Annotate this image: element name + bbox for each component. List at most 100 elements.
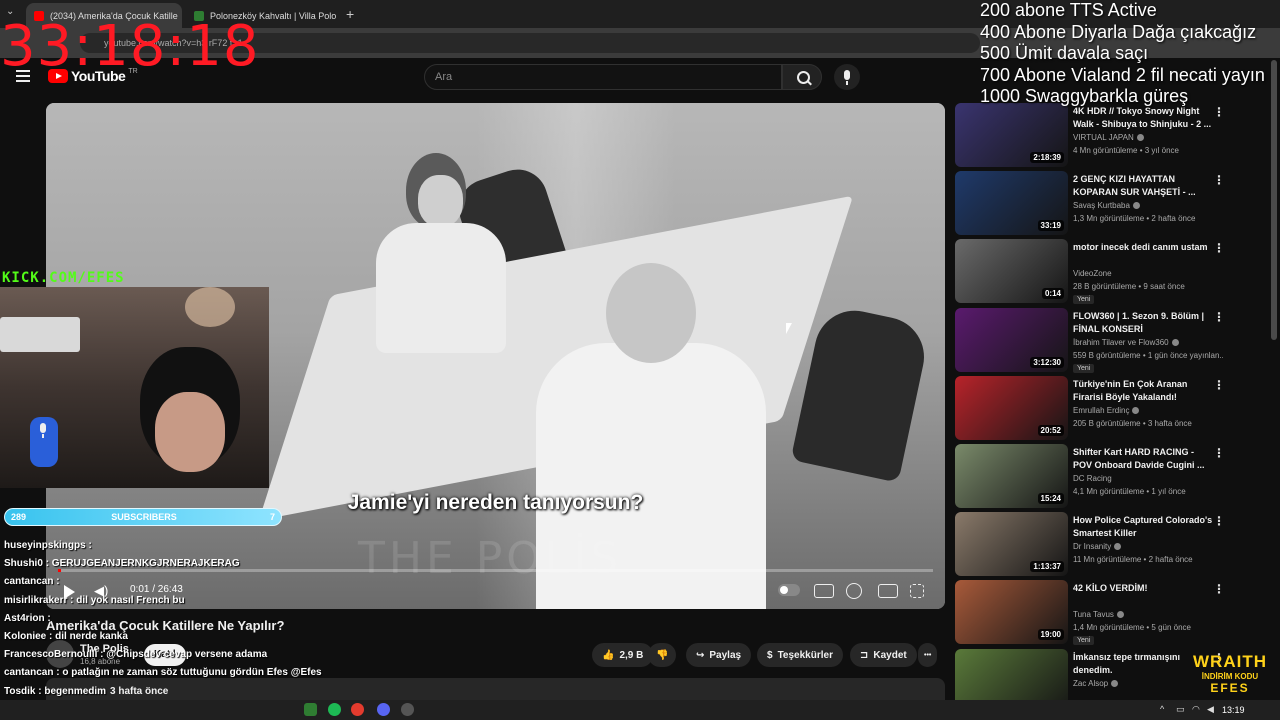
chat-overlay: huseyinpskingps : Shushi0 : GERUJGEANJERN… <box>4 540 464 720</box>
video-thumbnail[interactable]: 33:19 <box>955 171 1068 235</box>
more-button[interactable]: ••• <box>918 643 938 667</box>
voice-search-icon[interactable] <box>834 64 860 90</box>
recommendation-item[interactable]: 3:12:30 FLOW360 | 1. Sezon 9. Bölüm | FİN… <box>955 308 1255 373</box>
recommendation-item[interactable]: 0:14 motor inecek dedi canım ustam VideoZo… <box>955 239 1255 304</box>
recommendation-item[interactable]: 20:52 Türkiye'nin En Çok Aranan Firarisi … <box>955 376 1255 440</box>
chat-message: Koloniee : dil nerde kanka <box>4 631 464 649</box>
more-options-icon[interactable]: ⋮ <box>1213 173 1225 187</box>
sponsor-line: İNDİRİM KODU <box>1201 672 1259 681</box>
recommendation-item[interactable]: 15:24 Shifter Kart HARD RACING - POV Onbo… <box>955 444 1255 508</box>
channel-name: İbrahim Tilaver ve Flow360 <box>1073 338 1169 347</box>
recommendation-channel[interactable]: İbrahim Tilaver ve Flow360 <box>1073 338 1179 347</box>
webcam-air-conditioner <box>0 317 80 352</box>
more-options-icon[interactable]: ⋮ <box>1213 582 1225 596</box>
thumbs-up-icon: 👍 <box>602 649 615 661</box>
kick-channel-label: KICK.COM/EFES <box>2 270 125 286</box>
autoplay-toggle[interactable] <box>778 584 800 596</box>
chat-username: cantancan <box>4 667 54 679</box>
video-thumbnail[interactable]: 1:13:37 <box>955 512 1068 576</box>
network-icon[interactable]: ▭ <box>1176 704 1185 715</box>
tray-chevron-icon[interactable]: ^ <box>1160 704 1164 714</box>
recommendation-title[interactable]: Shifter Kart HARD RACING - POV Onboard D… <box>1073 446 1213 472</box>
channel-name: VIRTUAL JAPAN <box>1073 133 1134 142</box>
verified-icon <box>1136 134 1144 142</box>
recommendation-title[interactable]: 4K HDR // Tokyo Snowy Night Walk - Shibu… <box>1073 105 1213 131</box>
thanks-button[interactable]: $ Teşekkürler <box>757 643 843 667</box>
recommendation-channel[interactable]: VideoZone <box>1073 269 1112 278</box>
speaker-icon[interactable]: ◀ <box>1207 704 1214 715</box>
more-options-icon[interactable]: ⋮ <box>1213 514 1225 528</box>
bookmark-icon: ⊐ <box>860 649 869 661</box>
video-thumbnail[interactable]: 19:00 <box>955 580 1068 644</box>
thanks-icon: $ <box>767 649 773 661</box>
goal-item: 1000 Swaggybarkla güreş <box>980 86 1189 106</box>
dislike-button[interactable]: 👎 <box>648 643 677 667</box>
recommendation-item[interactable]: 2:18:39 4K HDR // Tokyo Snowy Night Walk … <box>955 103 1255 167</box>
video-thumbnail[interactable]: 2:18:39 <box>955 103 1068 167</box>
chrome-icon[interactable] <box>351 703 364 716</box>
recommendation-title[interactable]: FLOW360 | 1. Sezon 9. Bölüm | FİNAL KONS… <box>1073 310 1213 336</box>
like-button[interactable]: 👍 2,9 B <box>592 643 654 667</box>
chat-message: Ast4rion : <box>4 613 464 631</box>
search-button[interactable] <box>782 64 822 90</box>
recommendation-title[interactable]: 2 GENÇ KIZI HAYATTAN KOPARAN SUR VAHŞETİ… <box>1073 173 1213 199</box>
wifi-icon[interactable]: ◠ <box>1192 704 1200 715</box>
chat-username: Koloniee <box>4 630 47 642</box>
share-button[interactable]: ↪ Paylaş <box>686 643 752 667</box>
settings-gear-icon[interactable] <box>846 583 862 599</box>
channel-name: VideoZone <box>1073 269 1112 278</box>
search-input[interactable]: Ara <box>424 64 782 90</box>
recommendation-title[interactable]: motor inecek dedi canım ustam <box>1073 241 1213 254</box>
more-options-icon[interactable]: ⋮ <box>1213 310 1225 324</box>
recommendation-title[interactable]: Türkiye'nin En Çok Aranan Firarisi Böyle… <box>1073 378 1213 404</box>
goal-item: 400 Abone Diyarla Dağa çıakcağız <box>980 21 1257 42</box>
recommendation-item[interactable]: 19:00 42 KİLO VERDİM! Tuna Tavus 1,4 Mn gör… <box>955 580 1255 645</box>
sponsor-code: EFES <box>1210 681 1250 695</box>
recommendation-meta: 28 B görüntüleme • 9 saat önce <box>1073 282 1185 291</box>
video-duration: 1:13:37 <box>1030 561 1064 572</box>
chat-text: : GERUJGEANJERNKGJRNERAJKERAG <box>45 558 240 570</box>
chat-text: : <box>56 576 60 588</box>
sponsor-name: WRAITH <box>1193 652 1267 671</box>
recommendation-title[interactable]: How Police Captured Colorado's Smartest … <box>1073 514 1213 540</box>
recommendation-meta: 4 Mn görüntüleme • 3 yıl önce <box>1073 146 1179 155</box>
obs-icon[interactable] <box>401 703 414 716</box>
verified-icon <box>1132 407 1140 415</box>
recommendation-channel[interactable]: Tuna Tavus <box>1073 610 1124 619</box>
chat-text: : dil nerde kanka <box>49 630 128 642</box>
more-options-icon[interactable]: ⋮ <box>1213 446 1225 460</box>
fullscreen-icon[interactable] <box>910 584 924 598</box>
video-thumbnail[interactable]: 0:14 <box>955 239 1068 303</box>
video-thumbnail[interactable]: 3:12:30 <box>955 308 1068 372</box>
recommendation-channel[interactable]: Emrullah Erdinç <box>1073 406 1140 415</box>
mouse-cursor-icon <box>786 323 792 334</box>
app-icon[interactable] <box>304 703 317 716</box>
recommendation-channel[interactable]: Savaş Kurtbaba <box>1073 201 1140 210</box>
recommendation-channel[interactable]: Dr Insanity <box>1073 542 1122 551</box>
channel-name: Zac Alsop <box>1073 679 1109 688</box>
share-label: Paylaş <box>709 649 742 661</box>
recommendation-item[interactable]: 1:13:37 How Police Captured Colorado's Sm… <box>955 512 1255 576</box>
like-count: 2,9 B <box>619 649 644 661</box>
recommendation-title[interactable]: 42 KİLO VERDİM! <box>1073 582 1213 595</box>
recommendation-channel[interactable]: Zac Alsop <box>1073 679 1119 688</box>
recommendation-item[interactable]: 33:19 2 GENÇ KIZI HAYATTAN KOPARAN SUR VA… <box>955 171 1255 235</box>
miniplayer-icon[interactable] <box>878 584 898 598</box>
discord-icon[interactable] <box>377 703 390 716</box>
more-options-icon[interactable]: ⋮ <box>1213 378 1225 392</box>
subtitles-icon[interactable] <box>814 584 834 598</box>
share-icon: ↪ <box>696 649 705 661</box>
recommendation-channel[interactable]: DC Racing <box>1073 474 1112 483</box>
save-button[interactable]: ⊐ Kaydet <box>850 643 917 667</box>
more-options-icon[interactable]: ⋮ <box>1213 241 1225 255</box>
new-tab-button[interactable]: + <box>346 6 354 22</box>
streamer-webcam <box>0 287 269 488</box>
recommendation-channel[interactable]: VIRTUAL JAPAN <box>1073 133 1144 142</box>
video-thumbnail[interactable]: 15:24 <box>955 444 1068 508</box>
spotify-icon[interactable] <box>328 703 341 716</box>
video-thumbnail[interactable]: 20:52 <box>955 376 1068 440</box>
subscriber-label: SUBSCRIBERS <box>111 512 177 522</box>
sidebar-scrollbar[interactable] <box>1271 60 1277 340</box>
channel-name: DC Racing <box>1073 474 1112 483</box>
chat-username: Ast4rion <box>4 612 45 624</box>
